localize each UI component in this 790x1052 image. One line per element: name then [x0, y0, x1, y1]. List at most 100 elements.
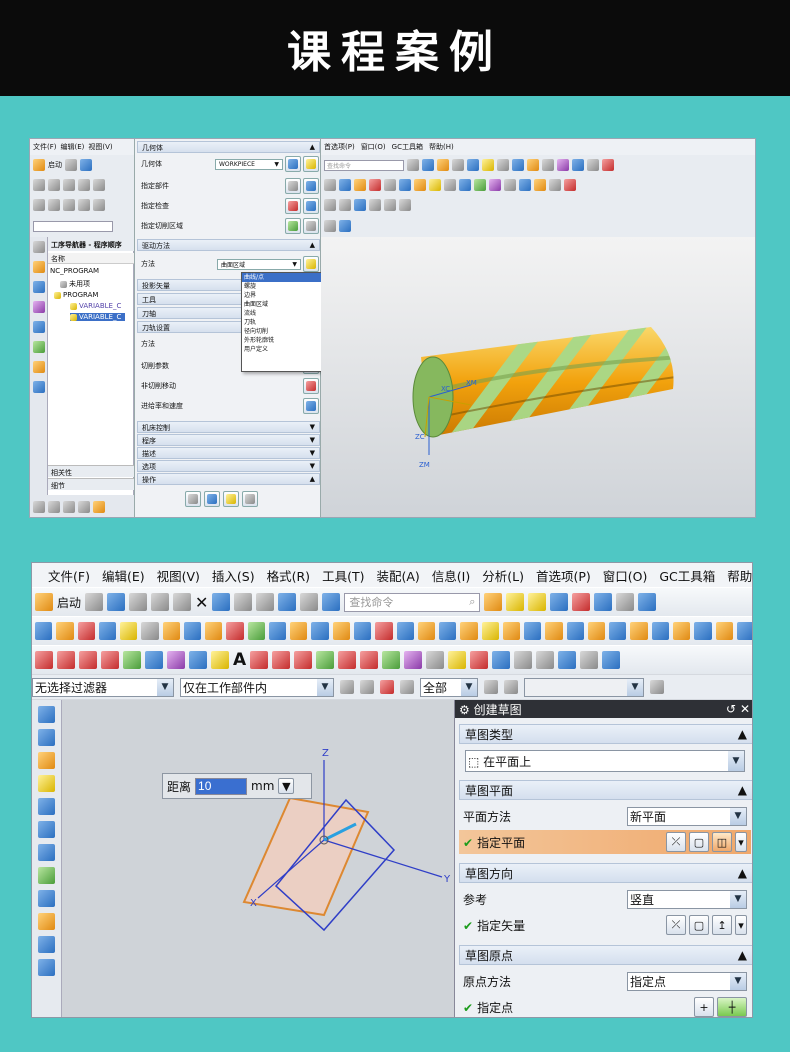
tool-icon[interactable]	[339, 179, 351, 191]
navigator-column-name[interactable]: 名称	[48, 253, 134, 264]
menu-assembly[interactable]: 装配(A)	[376, 566, 419, 585]
tool-icon[interactable]	[38, 890, 55, 907]
tool-icon[interactable]	[38, 913, 55, 930]
tool-icon[interactable]	[211, 651, 229, 669]
tool-icon[interactable]	[650, 680, 664, 694]
tool-icon[interactable]	[123, 651, 141, 669]
tool-icon[interactable]	[316, 651, 335, 669]
tool-icon[interactable]	[78, 199, 90, 211]
tool-icon[interactable]	[474, 179, 486, 191]
dropdown-option[interactable]: 曲线/点	[242, 273, 322, 282]
tool-icon[interactable]	[78, 179, 90, 191]
menu-edit[interactable]: 编辑(E)	[102, 566, 145, 585]
tool-icon[interactable]	[452, 159, 464, 171]
dropdown-option[interactable]: 径向切削	[242, 327, 322, 336]
tool-icon[interactable]	[497, 159, 509, 171]
section-program[interactable]: 程序 ▼	[137, 434, 320, 446]
gear-icon[interactable]	[33, 241, 45, 253]
tool-icon[interactable]	[38, 936, 55, 953]
tool-icon[interactable]	[609, 622, 627, 640]
plane-dialog-button[interactable]: ▢	[689, 832, 709, 852]
tool-icon[interactable]	[594, 593, 613, 611]
tool-icon[interactable]	[736, 622, 752, 640]
tool-icon[interactable]	[407, 159, 419, 171]
tool-icon[interactable]	[572, 159, 584, 171]
cut-icon[interactable]	[129, 593, 148, 611]
tool-icon[interactable]	[587, 159, 599, 171]
tool-icon[interactable]	[396, 622, 414, 640]
navigator-footer-dependencies[interactable]: 相关性	[48, 465, 134, 477]
specify-vector-row[interactable]: ✔ 指定矢量 ⤫ ▢ ↥ ▾	[463, 913, 747, 937]
tool-icon[interactable]	[715, 622, 733, 640]
tool-icon[interactable]	[56, 622, 74, 640]
start-icon[interactable]	[35, 593, 53, 611]
tool-icon[interactable]	[324, 199, 336, 211]
tool-icon[interactable]	[694, 622, 712, 640]
menu-file[interactable]: 文件(F)	[33, 142, 57, 152]
tool-icon[interactable]	[566, 622, 584, 640]
tool-icon[interactable]	[38, 775, 55, 792]
chevron-down-icon[interactable]: ▾	[735, 915, 747, 935]
tool-icon[interactable]	[404, 651, 423, 669]
undo-icon[interactable]	[212, 593, 231, 611]
menu-window[interactable]: 窗口(O)	[603, 566, 648, 585]
tree-item-operation[interactable]: VARIABLE_C	[70, 302, 121, 310]
save-icon[interactable]	[80, 159, 92, 171]
tool-icon[interactable]	[587, 622, 606, 640]
tool-icon[interactable]	[651, 622, 669, 640]
tool-icon[interactable]	[482, 159, 494, 171]
tool-icon[interactable]	[360, 651, 379, 669]
tool-icon[interactable]	[33, 281, 45, 293]
menu-preferences[interactable]: 首选项(P)	[324, 142, 355, 152]
tool-icon[interactable]	[38, 821, 55, 838]
tool-icon[interactable]	[247, 622, 265, 640]
tool-icon[interactable]	[382, 651, 401, 669]
tool-icon[interactable]	[48, 501, 60, 513]
menu-view[interactable]: 视图(V)	[157, 566, 200, 585]
tool-icon[interactable]	[57, 651, 75, 669]
tool-icon[interactable]	[205, 622, 223, 640]
tool-icon[interactable]	[399, 179, 411, 191]
tool-icon[interactable]	[354, 179, 366, 191]
dropdown-option[interactable]: 边界	[242, 291, 322, 300]
tool-icon[interactable]	[602, 159, 614, 171]
start-label[interactable]: 启动	[57, 594, 81, 611]
tool-icon[interactable]	[484, 593, 503, 611]
tool-icon[interactable]	[256, 593, 275, 611]
noncut-button[interactable]	[303, 378, 319, 394]
tool-icon[interactable]	[558, 651, 577, 669]
menu-info[interactable]: 信息(I)	[432, 566, 470, 585]
feed-button[interactable]	[303, 398, 319, 414]
tool-icon[interactable]	[580, 651, 599, 669]
tool-icon[interactable]	[35, 651, 53, 669]
menu-format[interactable]: 格式(R)	[267, 566, 310, 585]
tool-icon[interactable]	[429, 179, 441, 191]
tool-icon[interactable]	[414, 179, 426, 191]
tool-icon[interactable]	[250, 651, 269, 669]
point-type-button[interactable]: ┼	[717, 997, 747, 1017]
new-icon[interactable]	[85, 593, 104, 611]
tool-icon[interactable]	[484, 680, 498, 694]
tool-icon[interactable]	[542, 159, 554, 171]
tool-icon[interactable]	[519, 179, 531, 191]
reverse-direction-button[interactable]: ⤫	[666, 915, 686, 935]
command-search-input[interactable]: 查找命令 ⌕	[344, 592, 481, 612]
new-icon[interactable]	[65, 159, 77, 171]
tool-icon[interactable]	[514, 651, 533, 669]
tool-icon[interactable]	[332, 622, 350, 640]
tool-icon[interactable]	[189, 651, 207, 669]
menu-gc-toolbox[interactable]: GC工具箱	[392, 142, 423, 152]
tool-icon[interactable]	[360, 680, 374, 694]
tool-icon[interactable]	[77, 622, 95, 640]
show-check-button[interactable]	[303, 198, 319, 214]
tool-icon[interactable]	[324, 220, 336, 232]
menu-file[interactable]: 文件(F)	[48, 566, 90, 585]
vector-type-button[interactable]: ↥	[712, 915, 732, 935]
section-sketch-plane[interactable]: 草图平面 ▲	[459, 780, 752, 800]
tool-icon[interactable]	[98, 622, 117, 640]
tool-icon[interactable]	[38, 867, 55, 884]
tool-icon[interactable]	[63, 179, 75, 191]
select-part-button[interactable]	[285, 178, 301, 194]
tool-icon[interactable]	[602, 651, 621, 669]
snap-scope-select[interactable]: 全部 ▼	[420, 677, 478, 697]
